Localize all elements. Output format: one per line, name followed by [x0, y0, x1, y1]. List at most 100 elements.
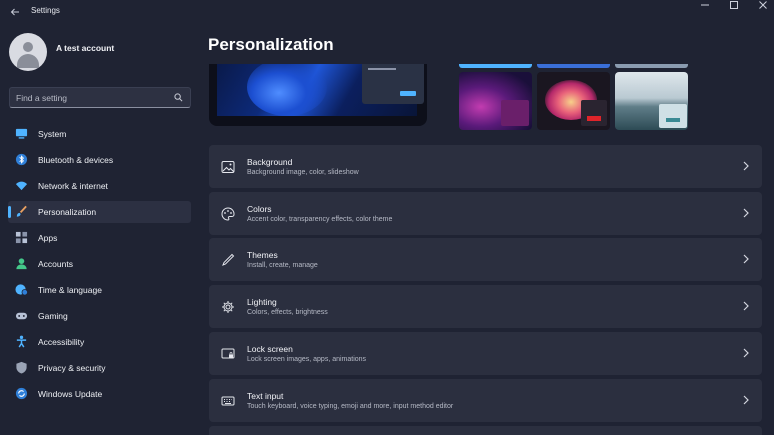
sidebar-item-personalization[interactable]: Personalization [8, 201, 191, 223]
desktop-preview [209, 64, 427, 126]
theme-thumbnail-partial[interactable] [459, 64, 532, 68]
page-title: Personalization [208, 35, 334, 54]
gamepad-icon [15, 312, 28, 320]
card-title: Lighting [247, 297, 277, 307]
search-input[interactable] [10, 88, 170, 107]
card-title: Lock screen [247, 344, 293, 354]
theme-thumbnail-lake[interactable] [615, 72, 688, 130]
chevron-right-icon [743, 208, 749, 218]
minimize-icon [701, 4, 709, 6]
sidebar-item-label: Time & language [38, 285, 102, 295]
title-bar: Settings [0, 0, 774, 24]
card-title: Themes [247, 250, 278, 260]
shield-icon [16, 361, 27, 374]
back-button[interactable] [6, 4, 24, 20]
chevron-right-icon [743, 348, 749, 358]
accessibility-icon [16, 335, 27, 348]
arrow-left-icon [10, 8, 19, 16]
preview-window-accent [400, 91, 416, 96]
active-indicator [8, 206, 11, 218]
card-lock-screen[interactable]: Lock screen Lock screen images, apps, an… [209, 332, 762, 375]
sidebar-item-windows-update[interactable]: Windows Update [8, 383, 191, 405]
theme-window [501, 100, 529, 126]
sidebar-item-system[interactable]: System [8, 123, 191, 145]
gear-icon [222, 301, 234, 313]
bloom-graphic [247, 64, 327, 116]
card-themes[interactable]: Themes Install, create, manage [209, 238, 762, 281]
sidebar-item-label: Apps [38, 233, 58, 243]
preview-window-bar [368, 68, 396, 70]
chevron-right-icon [743, 161, 749, 171]
card-subtitle: Colors, effects, brightness [247, 309, 328, 316]
wallpaper-preview [217, 64, 424, 116]
close-icon [759, 1, 767, 9]
minimize-button[interactable] [690, 0, 720, 14]
sidebar-item-label: Network & internet [38, 181, 108, 191]
sidebar-item-label: System [38, 129, 67, 139]
pen-icon [222, 253, 235, 266]
card-subtitle: Lock screen images, apps, animations [247, 356, 367, 363]
sidebar-item-privacy[interactable]: Privacy & security [8, 357, 191, 379]
sidebar-item-label: Gaming [38, 311, 68, 321]
preview-window [362, 64, 424, 104]
card-subtitle: Install, create, manage [247, 262, 318, 269]
chevron-right-icon [743, 301, 749, 311]
card-background[interactable]: Background Background image, color, slid… [209, 145, 762, 188]
sidebar-item-label: Accounts [38, 259, 73, 269]
chevron-right-icon [743, 395, 749, 405]
card-subtitle: Background image, color, slideshow [247, 169, 359, 176]
profile-name: A test account [56, 43, 115, 53]
apps-icon [15, 231, 28, 244]
theme-window [581, 100, 607, 126]
theme-thumbnail-partial[interactable] [615, 64, 688, 68]
avatar[interactable] [9, 33, 47, 71]
sidebar-item-label: Personalization [38, 207, 97, 217]
maximize-button[interactable] [719, 0, 749, 14]
sidebar-item-label: Windows Update [38, 389, 103, 399]
theme-window [659, 104, 687, 128]
card-partial[interactable] [209, 426, 762, 435]
keyboard-icon [221, 396, 235, 406]
bluetooth-icon [15, 153, 28, 166]
card-lighting[interactable]: Lighting Colors, effects, brightness [209, 285, 762, 328]
sidebar-item-gaming[interactable]: Gaming [8, 305, 191, 327]
sidebar-item-apps[interactable]: Apps [8, 227, 191, 249]
monitor-icon [15, 128, 28, 139]
close-button[interactable] [748, 0, 774, 14]
app-title: Settings [31, 6, 60, 15]
sidebar-item-label: Accessibility [38, 337, 85, 347]
person-icon [16, 258, 27, 270]
sidebar-item-accessibility[interactable]: Accessibility [8, 331, 191, 353]
avatar-torso [17, 54, 39, 68]
lock-screen-icon [221, 348, 235, 359]
sidebar-item-time-language[interactable]: Time & language [8, 279, 191, 301]
maximize-icon [730, 1, 738, 9]
card-colors[interactable]: Colors Accent color, transparency effect… [209, 192, 762, 235]
brush-icon [16, 205, 27, 217]
card-title: Colors [247, 204, 272, 214]
card-title: Text input [247, 391, 284, 401]
card-subtitle: Accent color, transparency effects, colo… [247, 216, 393, 223]
theme-accent [666, 118, 680, 122]
card-title: Background [247, 157, 293, 167]
theme-thumbnail-flower[interactable] [537, 72, 610, 130]
chevron-right-icon [743, 254, 749, 264]
sidebar-item-accounts[interactable]: Accounts [8, 253, 191, 275]
globe-clock-icon [15, 284, 28, 296]
theme-thumbnail-glow[interactable] [459, 72, 532, 130]
card-text-input[interactable]: Text input Touch keyboard, voice typing,… [209, 379, 762, 422]
sidebar-item-network[interactable]: Network & internet [8, 175, 191, 197]
card-subtitle: Touch keyboard, voice typing, emoji and … [247, 403, 454, 410]
sidebar-item-bluetooth[interactable]: Bluetooth & devices [8, 149, 191, 171]
image-icon [221, 161, 235, 173]
sidebar-item-label: Bluetooth & devices [38, 155, 114, 165]
search-box[interactable] [9, 87, 191, 108]
avatar-head [23, 42, 33, 52]
search-icon[interactable] [174, 93, 183, 102]
theme-thumbnail-partial[interactable] [537, 64, 610, 68]
wifi-icon [15, 181, 28, 191]
update-icon [15, 387, 28, 400]
sidebar-item-label: Privacy & security [38, 363, 106, 373]
palette-icon [221, 207, 235, 221]
theme-accent [587, 116, 601, 121]
